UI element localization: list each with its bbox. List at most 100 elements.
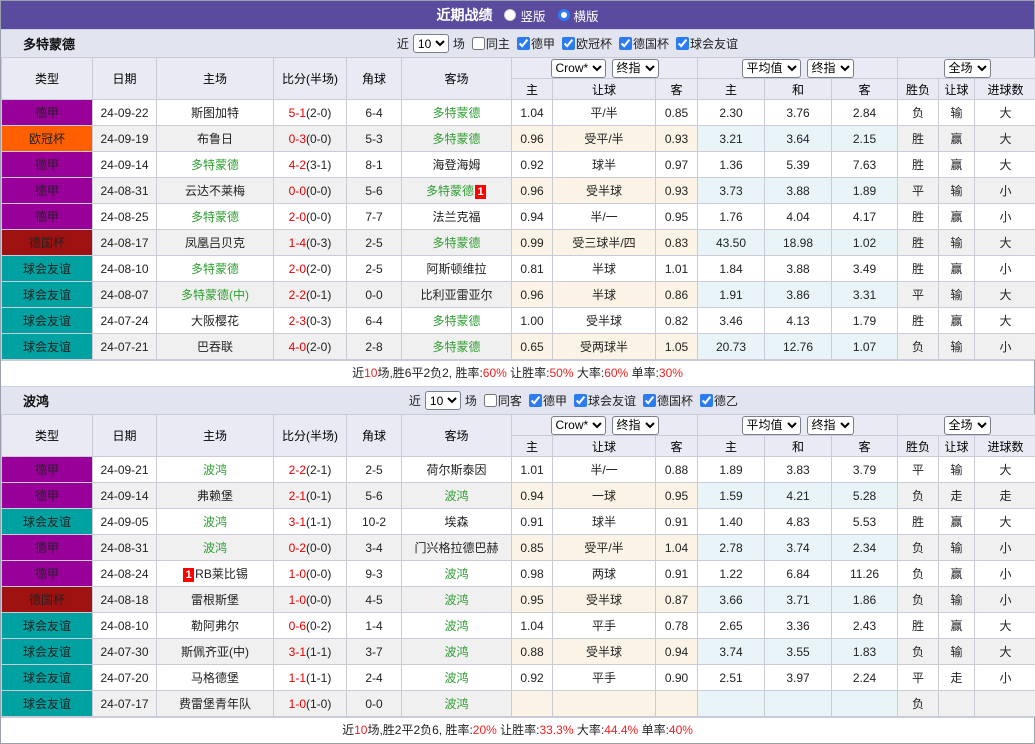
team-link: 比利亚雷亚尔 xyxy=(420,288,492,302)
fulltime-scope-select[interactable]: 全场 xyxy=(944,416,991,435)
avg-away: 11.26 xyxy=(832,561,898,587)
bookmaker-select[interactable]: Crow* xyxy=(551,59,606,78)
league-checkbox-bundesliga2[interactable] xyxy=(700,394,713,407)
team-link: 多特蒙德 xyxy=(432,106,480,120)
halftime-score: (0-0) xyxy=(306,541,331,555)
odds-home: 0.96 xyxy=(512,282,553,308)
avg-home: 2.30 xyxy=(698,100,765,126)
result-goals: 大 xyxy=(975,457,1035,483)
team-link: 波鸿 xyxy=(444,671,468,685)
average-select[interactable]: 平均值 xyxy=(742,416,801,435)
summary-segment: 33.3% xyxy=(540,723,574,737)
corner-score: 9-3 xyxy=(347,561,402,587)
result-handicap: 走 xyxy=(939,483,975,509)
halftime-score: (0-0) xyxy=(306,567,331,581)
avg-away: 1.07 xyxy=(832,334,898,360)
bookmaker-select[interactable]: Crow* xyxy=(551,416,606,435)
table-row: 欧冠杯24-09-19布鲁日0-3(0-0)5-3多特蒙德0.96受平/半0.9… xyxy=(2,126,1035,152)
league-label: 德国杯 xyxy=(633,35,669,52)
avg-home: 1.89 xyxy=(698,457,765,483)
avg-away: 1.79 xyxy=(832,308,898,334)
bookmaker-stage-select[interactable]: 终指 xyxy=(612,59,659,78)
avg-away: 3.31 xyxy=(832,282,898,308)
handicap-line: 一球 xyxy=(553,483,656,509)
avg-away: 2.43 xyxy=(832,613,898,639)
team-link: 多特蒙德 xyxy=(432,132,480,146)
summary-segment: 场,胜6平2负2, 胜率: xyxy=(377,366,482,380)
fulltime-score: 1-4 xyxy=(289,236,306,250)
layout-radio-vertical[interactable]: 竖版 xyxy=(504,6,545,25)
result-handicap: 赢 xyxy=(939,204,975,230)
avg-draw: 3.36 xyxy=(765,613,832,639)
league-checkbox-bundesliga[interactable] xyxy=(529,394,542,407)
summary-segment: 让胜率: xyxy=(507,366,550,380)
team-link: RB莱比锡 xyxy=(195,567,248,581)
average-stage-select[interactable]: 终指 xyxy=(807,416,854,435)
odds-away: 0.95 xyxy=(656,204,698,230)
column-subheader: 主 xyxy=(512,436,553,457)
league-badge: 球会友谊 xyxy=(2,308,93,334)
team-link: 埃森 xyxy=(444,515,468,529)
odds-home: 0.96 xyxy=(512,126,553,152)
average-select[interactable]: 平均值 xyxy=(742,59,801,78)
avg-home: 43.50 xyxy=(698,230,765,256)
league-checkbox-bundesliga[interactable] xyxy=(517,37,530,50)
odds-away: 0.82 xyxy=(656,308,698,334)
summary-segment: 单率: xyxy=(638,723,669,737)
layout-radio-horizontal[interactable]: 横版 xyxy=(558,6,599,25)
radio-selected-icon[interactable] xyxy=(558,9,570,21)
fulltime-scope-select[interactable]: 全场 xyxy=(944,59,991,78)
table-row: 德国杯24-08-18雷根斯堡1-0(0-0)4-5波鸿0.95受半球0.873… xyxy=(2,587,1035,613)
handicap-line: 平手 xyxy=(553,613,656,639)
handicap-line: 受三球半/四 xyxy=(553,230,656,256)
column-header: 主场 xyxy=(157,415,274,457)
team-cell: 多特蒙德 xyxy=(157,152,274,178)
score-cell: 1-4(0-3) xyxy=(274,230,347,256)
same-venue-checkbox[interactable] xyxy=(472,37,485,50)
fulltime-score: 3-1 xyxy=(289,515,306,529)
avg-away: 4.17 xyxy=(832,204,898,230)
team-cell: 多特蒙德 xyxy=(157,256,274,282)
table-row: 球会友谊24-07-21巴吞联4-0(2-0)2-8多特蒙德0.65受两球半1.… xyxy=(2,334,1035,360)
halftime-score: (0-3) xyxy=(306,314,331,328)
radio-unselected-icon[interactable] xyxy=(504,9,516,21)
team-cell: 阿斯顿维拉 xyxy=(402,256,512,282)
column-header: 类型 xyxy=(2,415,93,457)
team-link: 波鸿 xyxy=(444,619,468,633)
league-checkbox-dfbpokal[interactable] xyxy=(619,37,632,50)
column-header: 日期 xyxy=(93,415,157,457)
result-handicap: 赢 xyxy=(939,126,975,152)
recent-games-select[interactable]: 10 xyxy=(425,391,461,410)
score-cell: 0-6(0-2) xyxy=(274,613,347,639)
average-stage-select[interactable]: 终指 xyxy=(807,59,854,78)
match-date: 24-07-24 xyxy=(93,308,157,334)
fulltime-score: 2-0 xyxy=(289,210,306,224)
same-venue-checkbox[interactable] xyxy=(484,394,497,407)
result-goals: 小 xyxy=(975,665,1035,691)
team-cell: 波鸿 xyxy=(157,457,274,483)
league-checkbox-championsleague[interactable] xyxy=(562,37,575,50)
team-link: 勒阿弗尔 xyxy=(191,619,239,633)
team-link: 斯图加特 xyxy=(191,106,239,120)
league-badge: 德甲 xyxy=(2,204,93,230)
recent-games-select[interactable]: 10 xyxy=(413,34,449,53)
league-checkbox-friendly[interactable] xyxy=(676,37,689,50)
league-checkbox-dfbpokal[interactable] xyxy=(643,394,656,407)
summary-segment: 10 xyxy=(354,723,367,737)
handicap-line: 平/半 xyxy=(553,100,656,126)
result-outcome: 负 xyxy=(898,691,939,717)
bookmaker-stage-select[interactable]: 终指 xyxy=(612,416,659,435)
odds-away: 0.90 xyxy=(656,665,698,691)
odds-home: 0.94 xyxy=(512,204,553,230)
team-link: 雷根斯堡 xyxy=(191,593,239,607)
handicap-line: 受半球 xyxy=(553,639,656,665)
result-handicap xyxy=(939,691,975,717)
matches-grid: 类型日期主场比分(半场)角球客场Crow*终指平均值终指全场主让球客主和客胜负让… xyxy=(1,414,1034,717)
team-cell: 多特蒙德(中) xyxy=(157,282,274,308)
corner-score: 2-5 xyxy=(347,256,402,282)
same-venue-label: 同客 xyxy=(498,392,522,409)
avg-home: 1.76 xyxy=(698,204,765,230)
league-checkbox-friendly[interactable] xyxy=(574,394,587,407)
fulltime-score: 0-0 xyxy=(289,184,306,198)
team-link: 海登海姆 xyxy=(432,158,480,172)
